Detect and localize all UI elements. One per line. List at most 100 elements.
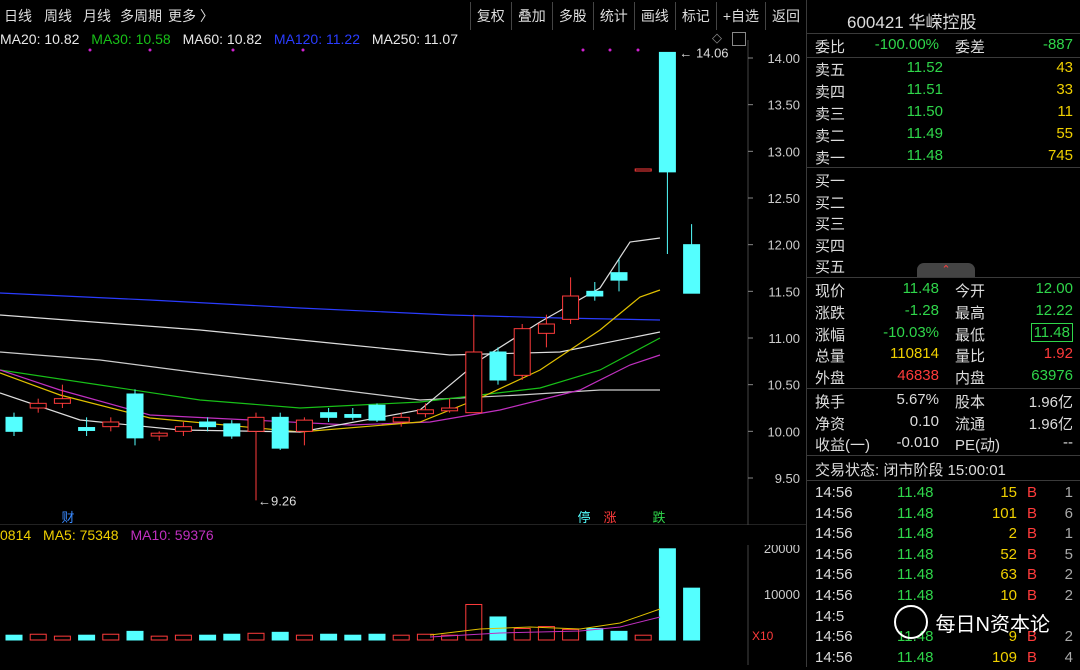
volume-bar <box>29 633 47 641</box>
chart-tools: 复权 叠加 多股 统计 画线 标记 +自选 返回 <box>469 2 806 30</box>
ask-label: 卖一 <box>815 150 846 167</box>
ask-price: 11.52 <box>906 59 943 76</box>
stats-button[interactable]: 统计 <box>592 2 634 30</box>
tick-volume: 52 <box>1000 545 1017 563</box>
stat-label: 最高 <box>955 304 986 322</box>
fin-value: 1.96亿 <box>1028 394 1073 411</box>
ask-label: 卖三 <box>815 106 846 123</box>
tab-multi-period[interactable]: 多周期 <box>120 6 162 26</box>
tab-daily[interactable]: 日线 <box>4 6 32 26</box>
ask-volume: 745 <box>1047 147 1073 164</box>
tick-side: B <box>1026 587 1037 604</box>
tick-volume: 10 <box>1000 587 1017 604</box>
candle-body <box>465 351 483 414</box>
tick-price: 11.48 <box>897 648 934 666</box>
tick-count: 6 <box>1064 504 1073 522</box>
adjust-button[interactable]: 复权 <box>469 2 511 30</box>
mark-button[interactable]: 标记 <box>674 2 716 30</box>
tab-more[interactable]: 更多 〉 <box>168 6 214 26</box>
volume-unit-label: X10 <box>752 629 774 643</box>
tick-count: 2 <box>1064 628 1073 646</box>
stat-row: 涨跌 -1.28 最高 12.22 <box>815 302 1073 324</box>
candlestick-chart[interactable]: 14.00 13.50 13.00 12.50 12.00 11.50 11.00 10.50… <box>0 40 806 525</box>
chart-area[interactable]: 日线 周线 月线 多周期 更多 〉 复权 叠加 多股 统计 画线 标记 +自选 … <box>0 0 806 667</box>
ma250-line <box>0 314 661 356</box>
candle-body <box>562 295 580 320</box>
volume-bar <box>658 548 676 641</box>
overlay-button[interactable]: 叠加 <box>510 2 552 30</box>
tick-volume: 15 <box>1000 484 1017 501</box>
volume-bar <box>320 633 338 641</box>
bid-label: 买一 <box>815 173 846 190</box>
candle-body <box>126 393 144 439</box>
vol-label: MA5: 75348 <box>43 527 119 543</box>
watermark-text: 每日N资本论 <box>935 613 1050 636</box>
volume-bar <box>174 634 192 641</box>
tick-side: B <box>1026 484 1037 501</box>
candle-body <box>610 272 628 281</box>
bid-label: 买五 <box>815 259 846 276</box>
ask-volume: 55 <box>1056 125 1073 142</box>
tab-monthly[interactable]: 月线 <box>83 6 111 26</box>
low-annotation: ←9.26 <box>258 493 296 508</box>
price-tick-label: 14.00 <box>767 51 800 66</box>
stat-value: 11.48 <box>902 280 939 297</box>
draw-button[interactable]: 画线 <box>633 2 675 30</box>
tick-side: B <box>1026 525 1037 543</box>
bid-label: 买四 <box>815 237 846 255</box>
candle-body <box>271 416 289 449</box>
volume-bar <box>78 634 96 641</box>
fin-label: 股本 <box>955 394 986 411</box>
tick-volume: 2 <box>1008 525 1017 543</box>
ma30-line <box>0 337 661 409</box>
ask-row: 卖四 11.51 33 <box>815 81 1073 103</box>
tick-row: 14:56 11.48 2 B 1 <box>815 525 1077 546</box>
price-tick-label: 13.00 <box>767 144 800 159</box>
tick-price: 11.48 <box>897 504 934 522</box>
tick-count: 1 <box>1064 484 1073 501</box>
volume-bar <box>271 631 289 641</box>
volume-bar <box>150 635 168 641</box>
signal-dot <box>88 48 92 52</box>
tick-time: 14:56 <box>815 587 853 604</box>
volume-bar <box>247 632 265 641</box>
event-marker: 财 <box>61 511 74 525</box>
stat-value: 1.92 <box>1043 345 1073 363</box>
watermark: 每日N资本论 <box>893 605 1050 639</box>
bid-row: 买二 <box>815 192 1073 214</box>
ask-row: 卖二 11.49 55 <box>815 125 1073 147</box>
volume-legend: 0814 MA5: 75348 MA10: 59376 <box>0 527 222 543</box>
tick-time: 14:56 <box>815 484 853 501</box>
volume-chart[interactable]: 20000 10000 X10 <box>0 545 806 665</box>
volume-bar <box>610 630 628 641</box>
tick-time: 14:56 <box>815 628 853 646</box>
tick-row: 14:56 11.48 101 B 6 <box>815 505 1077 526</box>
bid-row: 买三 <box>815 213 1073 235</box>
stat-row: 现价 11.48 今开 12.00 <box>815 280 1073 302</box>
volume-bar <box>126 630 144 641</box>
volume-bar <box>344 634 362 641</box>
chart-toolbar: 日线 周线 月线 多周期 更多 〉 复权 叠加 多股 统计 画线 标记 +自选 … <box>0 0 806 30</box>
tick-time: 14:56 <box>815 525 853 543</box>
vol-label: MA10: 59376 <box>130 527 214 543</box>
tab-weekly[interactable]: 周线 <box>44 6 72 26</box>
ask-price: 11.48 <box>906 147 943 164</box>
tick-row: 14:56 11.48 15 B 1 <box>815 484 1077 505</box>
add-watchlist-button[interactable]: +自选 <box>715 2 765 30</box>
stat-value: 110814 <box>890 345 939 363</box>
multi-stock-button[interactable]: 多股 <box>551 2 593 30</box>
event-marker: 停 <box>577 510 590 525</box>
candle-body <box>416 409 434 415</box>
tick-row: 14:56 11.48 52 B 5 <box>815 546 1077 567</box>
candle-body <box>683 244 701 294</box>
tick-time: 14:5 <box>815 607 845 625</box>
volume-bar <box>53 635 71 641</box>
back-button[interactable]: 返回 <box>765 2 806 30</box>
tick-row: 14:56 11.48 63 B 2 <box>815 566 1077 587</box>
collapse-handle[interactable]: ⌃ <box>917 263 975 277</box>
tick-side: B <box>1026 545 1037 563</box>
fin-label: PE(动) <box>955 437 1001 454</box>
tick-volume: 109 <box>991 648 1017 666</box>
tick-time: 14:56 <box>815 545 853 563</box>
signal-dot <box>301 48 305 52</box>
